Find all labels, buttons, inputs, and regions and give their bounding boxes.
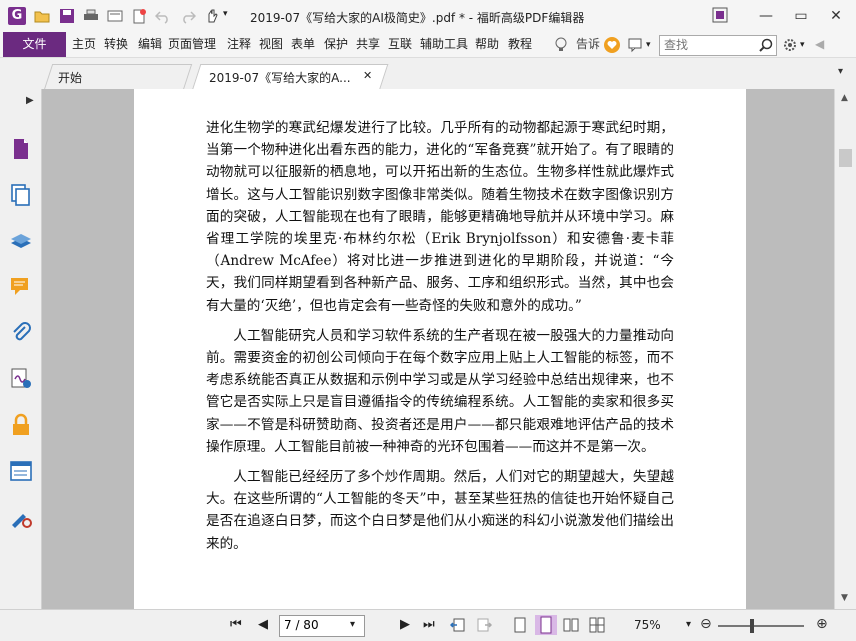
next-view-icon[interactable] <box>476 617 492 633</box>
status-bar: ⏮ ◀ ▾ ▶ ⏭ 75% ▾ ⊖ ⊕ <box>0 609 856 641</box>
comments-icon[interactable] <box>9 275 33 299</box>
page-dropdown-icon[interactable]: ▾ <box>350 619 355 630</box>
page-text: 进化生物学的寒武纪爆发进行了比较。几乎所有的动物都起源于寒武纪时期，当第一个物种… <box>206 117 674 563</box>
scrollbar-thumb[interactable] <box>839 149 852 167</box>
menu-share[interactable]: 共享 <box>356 32 380 57</box>
ribbon-scroll-left-icon[interactable]: ◀ <box>815 37 824 51</box>
previous-view-icon[interactable] <box>450 617 466 633</box>
menu-convert[interactable]: 转换 <box>104 32 128 57</box>
menu-help[interactable]: 帮助 <box>475 32 499 57</box>
scroll-down-icon[interactable]: ▼ <box>841 593 848 603</box>
zoom-out-icon[interactable]: ⊖ <box>700 616 712 632</box>
redo-icon[interactable] <box>180 8 196 24</box>
security-lock-icon[interactable] <box>9 413 33 437</box>
menu-view[interactable]: 视图 <box>259 32 283 57</box>
layers-pages-icon[interactable] <box>9 183 33 207</box>
tab-close-icon[interactable]: ✕ <box>363 69 372 82</box>
chat-dropdown-icon[interactable]: ▾ <box>646 40 651 50</box>
document-view[interactable]: 进化生物学的寒武纪爆发进行了比较。几乎所有的动物都起源于寒武纪时期，当第一个物种… <box>42 89 834 609</box>
feedback-heart-icon[interactable] <box>604 37 620 53</box>
page-number-box[interactable]: ▾ <box>279 615 365 637</box>
menu-accessibility[interactable]: 辅助工具 <box>420 32 468 57</box>
lightbulb-icon[interactable] <box>554 37 568 53</box>
last-page-icon[interactable]: ⏭ <box>423 617 439 633</box>
continuous-facing-view-icon[interactable] <box>589 617 605 633</box>
facing-view-icon[interactable] <box>563 617 579 633</box>
scroll-up-icon[interactable]: ▲ <box>841 93 848 103</box>
menu-form[interactable]: 表单 <box>291 32 315 57</box>
minimize-button[interactable]: — <box>755 6 777 26</box>
zoom-in-icon[interactable]: ⊕ <box>816 616 828 632</box>
restore-layout-icon[interactable] <box>712 7 728 23</box>
search-input[interactable] <box>660 36 758 53</box>
single-page-view-icon[interactable] <box>512 617 528 633</box>
zoom-slider-handle[interactable] <box>750 619 754 633</box>
paragraph: 进化生物学的寒武纪爆发进行了比较。几乎所有的动物都起源于寒武纪时期，当第一个物种… <box>206 120 674 314</box>
settings-gear-icon[interactable] <box>782 37 798 53</box>
paragraph: 人工智能已经经历了多个炒作周期。然后，人们对它的期望越大，失望越大。在这些所谓的… <box>206 469 674 552</box>
menu-comment[interactable]: 注释 <box>227 32 251 57</box>
menu-tutorial[interactable]: 教程 <box>508 32 532 57</box>
sidebar-expand-icon[interactable]: ▶ <box>26 95 34 106</box>
menu-protect[interactable]: 保护 <box>324 32 348 57</box>
menu-connect[interactable]: 互联 <box>388 32 412 57</box>
properties-icon[interactable] <box>107 8 123 24</box>
undo-icon[interactable] <box>155 8 171 24</box>
open-folder-icon[interactable] <box>34 8 50 24</box>
pages-thumbnail-icon[interactable] <box>9 137 33 161</box>
quick-access-dropdown-icon[interactable]: ▾ <box>223 9 228 19</box>
settings-dropdown-icon[interactable]: ▾ <box>800 40 805 50</box>
hand-tool-icon[interactable] <box>204 8 220 24</box>
close-button[interactable]: ✕ <box>825 6 847 26</box>
ribbon-menu-bar: 文件 主页 转换 编辑 页面管理 注释 视图 表单 保护 共享 互联 辅助工具 … <box>0 32 856 89</box>
tab-start-label: 开始 <box>58 71 83 85</box>
vertical-scrollbar[interactable]: ▲ ▼ <box>834 89 856 609</box>
window-title: 2019-07《写给大家的AI极简史》.pdf * - 福昕高级PDF编辑器 <box>250 11 585 25</box>
new-icon[interactable] <box>131 8 147 24</box>
file-menu-button[interactable]: 文件 <box>3 32 66 57</box>
attachment-paperclip-icon[interactable] <box>9 321 33 345</box>
first-page-icon[interactable]: ⏮ <box>230 617 246 633</box>
title-bar: G ▾ 2019-07《写给大家的AI极简史》.pdf * - 福昕高级PDF编… <box>0 0 856 32</box>
menu-page-management[interactable]: 页面管理 <box>168 32 216 57</box>
print-icon[interactable] <box>83 8 99 24</box>
tell-me-label[interactable]: 告诉 <box>576 32 600 57</box>
previous-page-icon[interactable]: ◀ <box>258 617 274 633</box>
zoom-slider-track[interactable] <box>718 625 804 627</box>
app-logo: G <box>8 7 26 25</box>
layers-icon[interactable] <box>9 229 33 253</box>
tab-document-label: 2019-07《写给大家的A... <box>209 71 351 85</box>
save-icon[interactable] <box>59 8 75 24</box>
form-fields-icon[interactable] <box>9 459 33 483</box>
next-page-icon[interactable]: ▶ <box>400 617 416 633</box>
search-icon[interactable] <box>759 38 773 52</box>
zoom-dropdown-icon[interactable]: ▾ <box>686 619 691 630</box>
maximize-button[interactable]: ▭ <box>790 6 812 26</box>
continuous-view-icon[interactable] <box>535 615 557 635</box>
menu-home[interactable]: 主页 <box>72 32 96 57</box>
paragraph: 人工智能研究人员和学习软件系统的生产者现在被一股强大的力量推动向前。需要资金的初… <box>206 327 674 455</box>
tab-list-dropdown-icon[interactable]: ▾ <box>838 66 843 77</box>
navigation-sidebar: ▶ <box>0 89 43 609</box>
search-box[interactable] <box>659 35 777 56</box>
document-tab-bar: 开始 2019-07《写给大家的A... ✕ ▾ <box>0 58 856 91</box>
signature-panel-icon[interactable] <box>9 367 33 391</box>
pdf-page: 进化生物学的寒武纪爆发进行了比较。几乎所有的动物都起源于寒武纪时期，当第一个物种… <box>134 89 746 609</box>
menu-edit[interactable]: 编辑 <box>138 32 162 57</box>
page-number-input[interactable] <box>280 616 348 634</box>
zoom-level[interactable]: 75% <box>634 618 661 632</box>
chat-icon[interactable] <box>628 37 644 53</box>
certify-pen-icon[interactable] <box>9 505 33 529</box>
